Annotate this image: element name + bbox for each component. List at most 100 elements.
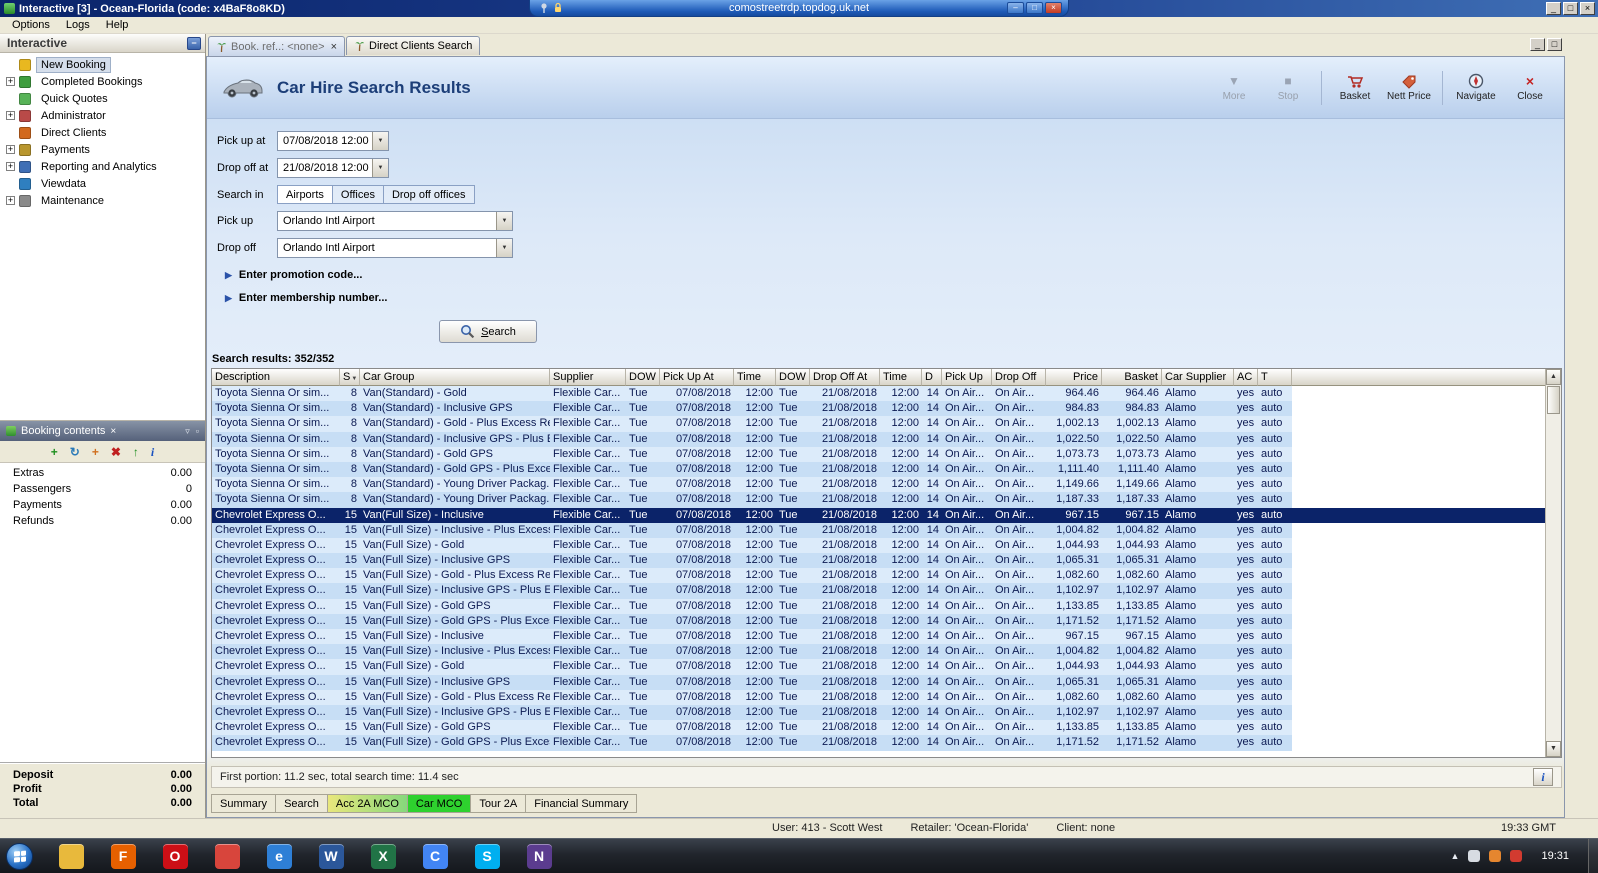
bottom-tab[interactable]: Tour 2A bbox=[471, 794, 527, 813]
more-button[interactable]: ▼ More bbox=[1210, 73, 1258, 102]
booking-contents-row[interactable]: Refunds 0.00 bbox=[0, 515, 205, 531]
promotion-code-expander[interactable]: ▶ Enter promotion code... bbox=[225, 269, 1564, 281]
table-row[interactable]: Chevrolet Express O... 15 Van(Full Size)… bbox=[212, 674, 1545, 690]
table-row[interactable]: Chevrolet Express O... 15 Van(Full Size)… bbox=[212, 568, 1545, 584]
menu-item[interactable]: Logs bbox=[58, 18, 98, 32]
table-row[interactable]: Chevrolet Express O... 15 Van(Full Size)… bbox=[212, 644, 1545, 660]
column-header-time[interactable]: Time bbox=[734, 369, 776, 386]
search-in-option[interactable]: Offices bbox=[332, 185, 384, 204]
sidebar-item[interactable]: + Maintenance bbox=[0, 192, 205, 209]
nett-price-button[interactable]: Nett Price bbox=[1385, 73, 1433, 102]
table-row[interactable]: Chevrolet Express O... 15 Van(Full Size)… bbox=[212, 613, 1545, 629]
scrollbar-track[interactable] bbox=[1546, 385, 1561, 741]
membership-number-expander[interactable]: ▶ Enter membership number... bbox=[225, 292, 1564, 304]
tray-network-icon[interactable] bbox=[1468, 850, 1481, 862]
bottom-tab[interactable]: Search bbox=[276, 794, 328, 813]
sidebar-item[interactable]: + Administrator bbox=[0, 107, 205, 124]
window-close-button[interactable]: × bbox=[1580, 2, 1595, 15]
rdp-restore-button[interactable]: □ bbox=[1026, 2, 1043, 14]
stop-button[interactable]: ■ Stop bbox=[1264, 73, 1312, 102]
table-row[interactable]: Chevrolet Express O... 15 Van(Full Size)… bbox=[212, 598, 1545, 614]
table-row[interactable]: Toyota Sienna Or sim... 8 Van(Standard) … bbox=[212, 416, 1545, 432]
tab-close-icon[interactable]: × bbox=[331, 41, 337, 53]
add-passenger-icon[interactable]: + bbox=[92, 446, 99, 458]
column-header-time2[interactable]: Time bbox=[880, 369, 922, 386]
basket-button[interactable]: Basket bbox=[1331, 73, 1379, 102]
bottom-tab[interactable]: Acc 2A MCO bbox=[327, 794, 408, 813]
window-maximize-button[interactable]: □ bbox=[1563, 2, 1578, 15]
table-row[interactable]: Chevrolet Express O... 15 Van(Full Size)… bbox=[212, 735, 1545, 751]
search-button[interactable]: Search bbox=[439, 320, 537, 343]
table-row[interactable]: Toyota Sienna Or sim... 8 Van(Standard) … bbox=[212, 431, 1545, 447]
table-row[interactable]: Toyota Sienna Or sim... 8 Van(Standard) … bbox=[212, 477, 1545, 493]
pin-icon[interactable] bbox=[539, 2, 549, 14]
column-header-pick-up-at[interactable]: Pick Up At bbox=[660, 369, 734, 386]
sidebar-item[interactable]: + Reporting and Analytics bbox=[0, 158, 205, 175]
search-in-option[interactable]: Drop off offices bbox=[383, 185, 475, 204]
table-row[interactable]: Chevrolet Express O... 15 Van(Full Size)… bbox=[212, 522, 1545, 538]
sidebar-item[interactable]: + Completed Bookings bbox=[0, 73, 205, 90]
booking-contents-row[interactable]: Payments 0.00 bbox=[0, 499, 205, 515]
add-icon[interactable]: + bbox=[51, 446, 58, 458]
show-desktop-button[interactable] bbox=[1588, 838, 1598, 873]
table-row[interactable]: Chevrolet Express O... 15 Van(Full Size)… bbox=[212, 689, 1545, 705]
panel-minimize-button[interactable]: _ bbox=[1530, 38, 1545, 51]
table-row[interactable]: Chevrolet Express O... 15 Van(Full Size)… bbox=[212, 553, 1545, 569]
column-header-drop-off-at[interactable]: Drop Off At bbox=[810, 369, 880, 386]
bottom-tab[interactable]: Summary bbox=[211, 794, 277, 813]
booking-contents-close-icon[interactable]: × bbox=[110, 426, 116, 437]
table-row[interactable]: Chevrolet Express O... 15 Van(Full Size)… bbox=[212, 704, 1545, 721]
taskbar-app[interactable]: e bbox=[253, 840, 305, 873]
tree-expander-icon[interactable]: + bbox=[6, 162, 15, 171]
vertical-scrollbar[interactable]: ▲ ▼ bbox=[1545, 369, 1561, 757]
chevron-down-icon[interactable]: ▼ bbox=[372, 132, 388, 150]
document-tab[interactable]: Direct Clients Search × bbox=[346, 36, 481, 55]
column-header-s[interactable]: S▼ bbox=[340, 369, 360, 386]
taskbar-app[interactable]: C bbox=[409, 840, 461, 873]
search-in-option[interactable]: Airports bbox=[277, 185, 333, 204]
rdp-minimize-button[interactable]: – bbox=[1007, 2, 1024, 14]
chevron-down-icon[interactable]: ▼ bbox=[496, 239, 512, 257]
info-button[interactable]: i bbox=[1533, 768, 1553, 786]
table-row[interactable]: Chevrolet Express O... 15 Van(Full Size)… bbox=[212, 629, 1545, 645]
column-header-t[interactable]: T bbox=[1258, 369, 1292, 386]
taskbar-app[interactable]: O bbox=[149, 840, 201, 873]
taskbar-app[interactable] bbox=[45, 840, 97, 873]
move-up-icon[interactable]: ↑ bbox=[133, 446, 139, 458]
column-header-basket[interactable]: Basket bbox=[1102, 369, 1162, 386]
drop-off-at-combo[interactable]: 21/08/2018 12:00 ▼ bbox=[277, 158, 389, 178]
table-row[interactable]: Toyota Sienna Or sim... 8 Van(Standard) … bbox=[212, 401, 1545, 417]
sidebar-item[interactable]: + Quick Quotes bbox=[0, 90, 205, 107]
table-row[interactable]: Chevrolet Express O... 15 Van(Full Size)… bbox=[212, 507, 1545, 523]
table-row[interactable]: Toyota Sienna Or sim... 8 Van(Standard) … bbox=[212, 492, 1545, 508]
scroll-down-icon[interactable]: ▼ bbox=[1546, 741, 1561, 757]
sidebar-item[interactable]: + Direct Clients bbox=[0, 124, 205, 141]
column-header-ac[interactable]: AC bbox=[1234, 369, 1258, 386]
taskbar-clock[interactable]: 19:31 bbox=[1531, 850, 1579, 862]
column-header-dow[interactable]: DOW bbox=[626, 369, 660, 386]
bottom-tab[interactable]: Financial Summary bbox=[526, 794, 638, 813]
panel-float-icon[interactable]: ▫ bbox=[196, 426, 199, 437]
table-row[interactable]: Chevrolet Express O... 15 Van(Full Size)… bbox=[212, 583, 1545, 599]
start-button[interactable] bbox=[6, 842, 33, 870]
menu-item[interactable]: Options bbox=[4, 18, 58, 32]
table-row[interactable]: Chevrolet Express O... 15 Van(Full Size)… bbox=[212, 537, 1545, 554]
column-header-supplier[interactable]: Supplier bbox=[550, 369, 626, 386]
panel-pin-icon[interactable]: ▿ bbox=[185, 426, 190, 437]
taskbar-app[interactable]: W bbox=[305, 840, 357, 873]
column-header-dow2[interactable]: DOW bbox=[776, 369, 810, 386]
taskbar-app[interactable]: X bbox=[357, 840, 409, 873]
tray-alert-icon[interactable] bbox=[1489, 850, 1502, 862]
table-row[interactable]: Chevrolet Express O... 15 Van(Full Size)… bbox=[212, 720, 1545, 736]
tray-security-icon[interactable] bbox=[1510, 850, 1523, 862]
booking-contents-row[interactable]: Extras 0.00 bbox=[0, 467, 205, 483]
hidden-icons-chevron[interactable]: ▲ bbox=[1451, 851, 1460, 861]
info-icon[interactable]: i bbox=[151, 446, 154, 458]
chevron-down-icon[interactable]: ▼ bbox=[372, 159, 388, 177]
sidebar-item[interactable]: + Payments bbox=[0, 141, 205, 158]
sidebar-item[interactable]: + Viewdata bbox=[0, 175, 205, 192]
column-header-description[interactable]: Description bbox=[212, 369, 340, 386]
column-header-price[interactable]: Price bbox=[1046, 369, 1102, 386]
drop-off-combo[interactable]: Orlando Intl Airport ▼ bbox=[277, 238, 513, 258]
pick-up-at-combo[interactable]: 07/08/2018 12:00 ▼ bbox=[277, 131, 389, 151]
